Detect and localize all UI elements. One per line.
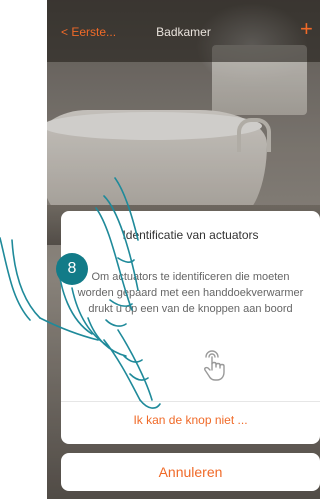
add-icon[interactable]: + (300, 18, 313, 40)
cannot-find-button[interactable]: Ik kan de knop niet ... (61, 413, 320, 443)
dialog-divider (61, 401, 320, 402)
dialog-title: Identificatie van actuators (122, 228, 259, 242)
step-number-badge: 8 (56, 253, 88, 285)
identification-dialog: Identificatie van actuators Om actuators… (61, 211, 320, 444)
dialog-message-line-1: Om actuators te identificeren die moeten (91, 271, 290, 283)
page-title: Badkamer (156, 25, 211, 39)
dialog-message: Om actuators te identificeren die moeten… (65, 269, 316, 317)
cancel-button[interactable]: Annuleren (61, 453, 320, 491)
touch-hand-icon (204, 350, 225, 381)
navigation-bar: < Eerste... Badkamer + (47, 0, 320, 62)
phone-screen: < Eerste... Badkamer + Identificatie van… (47, 0, 320, 499)
dialog-message-line-2: worden gepaard met een handdoekverwarmer (77, 287, 304, 299)
dialog-message-line-3: drukt u op een van de knoppen aan boord (88, 303, 293, 315)
